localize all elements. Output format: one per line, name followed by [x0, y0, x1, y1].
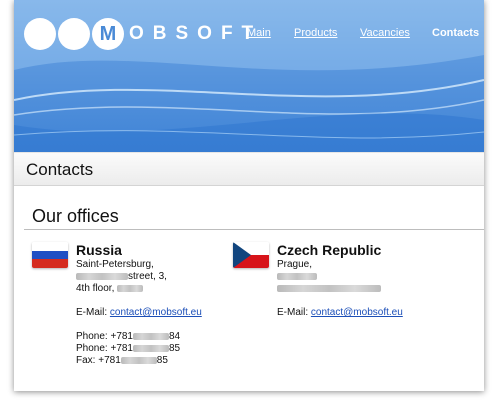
nav-contacts[interactable]: Contacts [432, 27, 479, 39]
office-floor: 4th floor, [76, 283, 236, 295]
redacted-text [133, 332, 169, 340]
office-postcode [277, 283, 437, 295]
main-nav: Main Products Vacancies Contacts [14, 27, 484, 43]
redacted-text [76, 272, 128, 280]
office-country: Czech Republic [277, 242, 382, 258]
russia-flag-icon [32, 242, 68, 268]
email-link[interactable]: contact@mobsoft.eu [110, 307, 202, 318]
czech-flag-icon [233, 242, 269, 268]
office-city: Prague, [277, 259, 313, 270]
nav-main[interactable]: Main [247, 27, 271, 39]
nav-products[interactable]: Products [294, 27, 337, 39]
office-phone-2: Phone: +781 85 [76, 343, 181, 354]
office-street: street, 3, [76, 271, 236, 283]
redacted-text [277, 284, 381, 292]
browser-page: M OBSOFT Main Products Vacancies Contact… [14, 0, 484, 391]
office-phone-1: Phone: +781 84 [76, 331, 181, 342]
nav-vacancies[interactable]: Vacancies [360, 27, 410, 39]
redacted-text [117, 284, 144, 292]
redacted-text [277, 272, 317, 280]
email-link[interactable]: contact@mobsoft.eu [311, 307, 403, 318]
office-city: Saint-Petersburg, [76, 259, 154, 270]
office-email: E-Mail: contact@mobsoft.eu [76, 307, 202, 318]
header-banner: M OBSOFT Main Products Vacancies Contact… [14, 0, 484, 152]
office-country: Russia [76, 242, 122, 258]
office-street [277, 271, 437, 283]
office-fax: Fax: +781 85 [76, 355, 168, 366]
page-title-bar: Contacts [14, 152, 484, 186]
office-email: E-Mail: contact@mobsoft.eu [277, 307, 403, 318]
redacted-text [120, 356, 157, 364]
page-title: Contacts [26, 160, 94, 179]
section-divider [24, 229, 484, 230]
section-title: Our offices [32, 206, 119, 226]
redacted-text [133, 344, 169, 352]
